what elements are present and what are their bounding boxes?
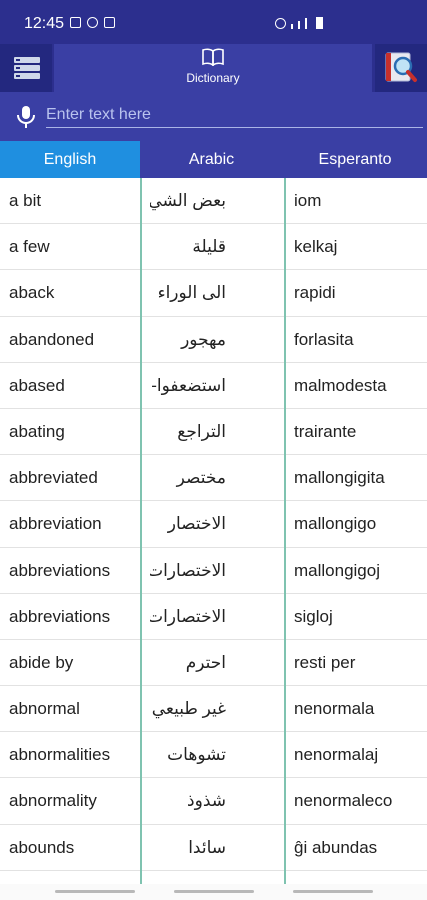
esperanto-word: forlasita: [294, 329, 354, 349]
table-row[interactable]: abased استضعفوا- malmodesta: [0, 363, 427, 409]
table-row[interactable]: abide by احترم resti per: [0, 640, 427, 687]
esperanto-word: kelkaj: [294, 237, 338, 257]
arabic-word: احترم: [185, 652, 226, 672]
table-row[interactable]: a bit بعض الشيء iom: [0, 178, 427, 225]
table-row[interactable]: abounds سائدا ĝi abundas: [0, 825, 427, 871]
notification-icons: [70, 17, 115, 28]
arabic-word: التراجع: [177, 421, 226, 441]
esperanto-word: mallongigita: [294, 468, 385, 488]
english-word: abide by: [9, 652, 74, 672]
esperanto-word: rapidi: [294, 283, 336, 303]
esperanto-word: sigloj: [294, 606, 333, 626]
english-word: abating: [9, 421, 65, 441]
english-word: abbreviated: [9, 468, 98, 488]
nav-pill-recents[interactable]: [293, 890, 373, 893]
esperanto-word: mallongigoj: [294, 560, 380, 580]
nav-pill-back[interactable]: [55, 890, 135, 893]
table-row[interactable]: abbreviated مختصر mallongigita: [0, 455, 427, 502]
english-word: abbreviations: [9, 606, 111, 626]
tab-english[interactable]: English: [0, 141, 140, 178]
book-icon: [202, 48, 224, 66]
table-row[interactable]: abbreviations الاختصارات mallongigoj: [0, 548, 427, 594]
english-word: abnormal: [9, 699, 80, 719]
input-bar: [0, 92, 427, 141]
table-row[interactable]: abnormality شذوذ nenormaleco: [0, 778, 427, 825]
table-row[interactable]: abandoned مهجور forlasita: [0, 317, 427, 363]
arabic-word: استضعفوا-: [151, 375, 226, 395]
table-row[interactable]: a few قليلة kelkaj: [0, 224, 427, 271]
column-divider: [140, 178, 142, 886]
esperanto-word: trairante: [294, 421, 357, 441]
english-word: abounds: [9, 837, 75, 857]
table-row[interactable]: abbreviations الاختصارات sigloj: [0, 594, 427, 640]
signal-bar-icon: [305, 18, 307, 29]
english-word: abandoned: [9, 329, 95, 349]
search-dictionary-button[interactable]: [375, 44, 427, 92]
tab-arabic[interactable]: Arabic: [140, 141, 283, 178]
table-row[interactable]: abnormal غير طبيعي nenormala: [0, 686, 427, 733]
system-nav-bar: [0, 884, 427, 900]
gallery-icon: [70, 17, 81, 28]
arabic-word: مختصر: [176, 468, 226, 488]
status-bar: 12:45: [0, 0, 427, 44]
english-word: aback: [9, 283, 55, 303]
mic-icon[interactable]: [16, 106, 36, 128]
app-bar: Dictionary: [0, 44, 427, 92]
dictionary-title: Dictionary: [186, 71, 240, 85]
menu-button[interactable]: [0, 44, 52, 92]
english-word: a few: [9, 237, 50, 257]
arabic-word: قليلة: [192, 237, 226, 257]
status-time: 12:45: [24, 15, 65, 32]
esperanto-word: nenormaleco: [294, 791, 393, 811]
arabic-word: بعض الشيء: [150, 191, 226, 210]
arabic-word: شذوذ: [187, 791, 226, 811]
arabic-word: الاختصار: [167, 514, 226, 534]
arabic-word: الى الوراء: [157, 283, 226, 303]
esperanto-word: nenormala: [294, 699, 375, 719]
dictionary-tab[interactable]: Dictionary: [54, 44, 372, 92]
alarm-icon: [275, 18, 286, 29]
word-table: a bit بعض الشيء iom a few قليلة kelkaj a…: [0, 178, 427, 888]
table-row[interactable]: abating التراجع trairante: [0, 409, 427, 456]
esperanto-word: malmodesta: [294, 375, 387, 395]
app-icon: [104, 17, 115, 28]
esperanto-word: mallongigo: [294, 514, 377, 534]
esperanto-word: resti per: [294, 652, 356, 672]
english-word: abbreviations: [9, 560, 111, 580]
battery-icon: [316, 17, 323, 29]
arabic-word: سائدا: [188, 837, 226, 857]
nav-pill-home[interactable]: [174, 890, 254, 893]
signal-bar-icon: [298, 21, 300, 29]
notification-icon: [87, 17, 98, 28]
arabic-word: الاختصارات: [150, 560, 226, 580]
tab-esperanto[interactable]: Esperanto: [283, 141, 427, 178]
esperanto-word: iom: [294, 191, 322, 210]
arabic-word: غير طبيعي: [151, 699, 226, 719]
search-book-icon: [385, 52, 417, 82]
esperanto-word: ĝi abundas: [294, 837, 378, 857]
text-input[interactable]: [46, 102, 423, 128]
table-row[interactable]: abbreviation الاختصار mallongigo: [0, 501, 427, 548]
arabic-word: الاختصارات: [150, 606, 226, 626]
language-tabs: English Arabic Esperanto: [0, 141, 427, 178]
english-word: abnormality: [9, 791, 97, 811]
english-word: abased: [9, 375, 65, 395]
table-row[interactable]: aback الى الوراء rapidi: [0, 270, 427, 317]
english-word: abnormalities: [9, 745, 111, 765]
english-word: abbreviation: [9, 514, 102, 534]
system-icons: [275, 17, 323, 29]
english-word: a bit: [9, 191, 42, 210]
table-row[interactable]: abnormalities تشوهات nenormalaj: [0, 732, 427, 779]
arabic-word: تشوهات: [167, 745, 226, 765]
signal-icon: [291, 24, 293, 29]
arabic-word: مهجور: [181, 329, 226, 349]
esperanto-word: nenormalaj: [294, 745, 379, 765]
column-divider: [284, 178, 286, 886]
